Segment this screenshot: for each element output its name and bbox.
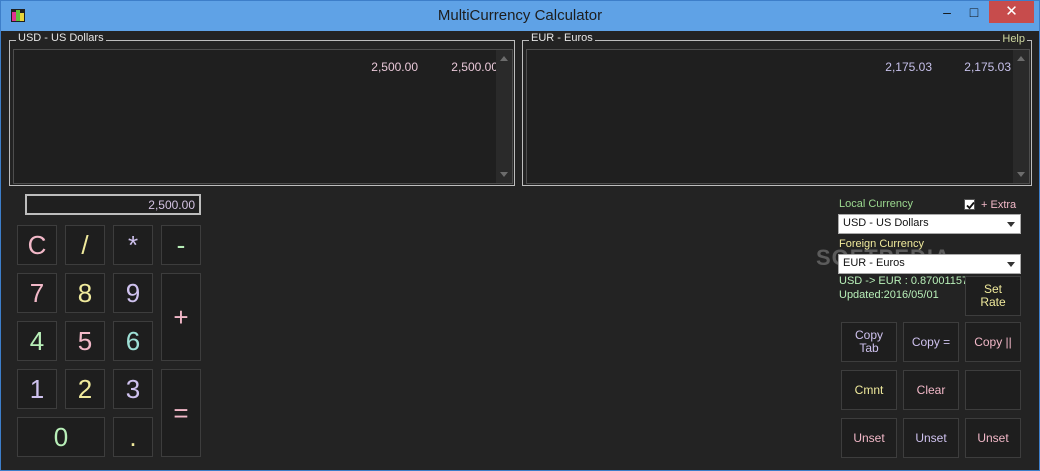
key-minus[interactable]: - [161, 225, 201, 265]
local-currency-label: Local Currency [839, 198, 913, 210]
key-4[interactable]: 4 [17, 321, 57, 361]
unset-button-3[interactable]: Unset [965, 418, 1021, 458]
copy-equals-button[interactable]: Copy = [903, 322, 959, 362]
key-1[interactable]: 1 [17, 369, 57, 409]
local-tape-value-2: 2,500.00 [451, 60, 498, 74]
unset-button-1[interactable]: Unset [841, 418, 897, 458]
clear-tape-button[interactable]: Clear [903, 370, 959, 410]
extra-checkbox[interactable] [964, 199, 975, 210]
extra-label: + Extra [981, 199, 1017, 211]
key-divide[interactable]: / [65, 225, 105, 265]
scroll-up-icon[interactable] [1017, 56, 1025, 61]
key-0[interactable]: 0 [17, 417, 105, 457]
rate-updated-text: Updated:2016/05/01 [839, 289, 939, 301]
chevron-down-icon [1007, 262, 1015, 267]
exchange-rate-text: USD -> EUR : 0.870011571 [839, 275, 975, 287]
key-plus[interactable]: + [161, 273, 201, 361]
scroll-up-icon[interactable] [500, 56, 508, 61]
checkmark-icon [966, 201, 975, 210]
unset-button-2[interactable]: Unset [903, 418, 959, 458]
local-currency-group-label: USD - US Dollars [16, 32, 106, 44]
title-bar[interactable]: MultiCurrency Calculator – □ ✕ [1, 1, 1039, 31]
minimize-button[interactable]: – [932, 1, 962, 23]
key-multiply[interactable]: * [113, 225, 153, 265]
key-8[interactable]: 8 [65, 273, 105, 313]
local-currency-select-value: USD - US Dollars [843, 217, 929, 229]
foreign-tape-value-2: 2,175.03 [964, 60, 1011, 74]
foreign-currency-group: EUR - Euros Help 2,175.03 2,175.03 [522, 32, 1032, 186]
key-clear[interactable]: C [17, 225, 57, 265]
maximize-button[interactable]: □ [959, 1, 989, 23]
set-rate-button[interactable]: Set Rate [965, 276, 1021, 316]
key-6[interactable]: 6 [113, 321, 153, 361]
foreign-tape-scrollbar[interactable] [1013, 50, 1029, 183]
local-tape-list[interactable]: 2,500.00 2,500.00 [13, 49, 513, 184]
local-tape-scrollbar[interactable] [496, 50, 512, 183]
help-link[interactable]: Help [1000, 33, 1027, 45]
foreign-tape-value-1: 2,175.03 [885, 60, 932, 74]
foreign-tape-list[interactable]: 2,175.03 2,175.03 [526, 49, 1030, 184]
window-title: MultiCurrency Calculator [437, 7, 603, 24]
key-decimal[interactable]: . [113, 417, 153, 457]
foreign-currency-label: Foreign Currency [839, 238, 924, 250]
scroll-down-icon[interactable] [1017, 172, 1025, 177]
key-equals[interactable]: = [161, 369, 201, 457]
key-2[interactable]: 2 [65, 369, 105, 409]
app-window: MultiCurrency Calculator – □ ✕ USD - US … [0, 0, 1040, 471]
key-5[interactable]: 5 [65, 321, 105, 361]
copy-tab-button[interactable]: Copy Tab [841, 322, 897, 362]
comment-button[interactable]: Cmnt [841, 370, 897, 410]
local-currency-group: USD - US Dollars 2,500.00 2,500.00 [9, 32, 515, 186]
foreign-currency-select-value: EUR - Euros [843, 257, 905, 269]
key-3[interactable]: 3 [113, 369, 153, 409]
blank-button[interactable] [965, 370, 1021, 410]
chevron-down-icon [1007, 222, 1015, 227]
local-tape-value-1: 2,500.00 [371, 60, 418, 74]
close-button[interactable]: ✕ [989, 1, 1034, 23]
scroll-down-icon[interactable] [500, 172, 508, 177]
local-currency-select[interactable]: USD - US Dollars [838, 214, 1021, 234]
key-9[interactable]: 9 [113, 273, 153, 313]
copy-pipe-button[interactable]: Copy || [965, 322, 1021, 362]
client-area: USD - US Dollars 2,500.00 2,500.00 EUR -… [8, 31, 1032, 465]
calculator-display[interactable]: 2,500.00 [25, 194, 201, 215]
key-7[interactable]: 7 [17, 273, 57, 313]
foreign-currency-select[interactable]: EUR - Euros [838, 254, 1021, 274]
foreign-currency-group-label: EUR - Euros [529, 32, 595, 44]
